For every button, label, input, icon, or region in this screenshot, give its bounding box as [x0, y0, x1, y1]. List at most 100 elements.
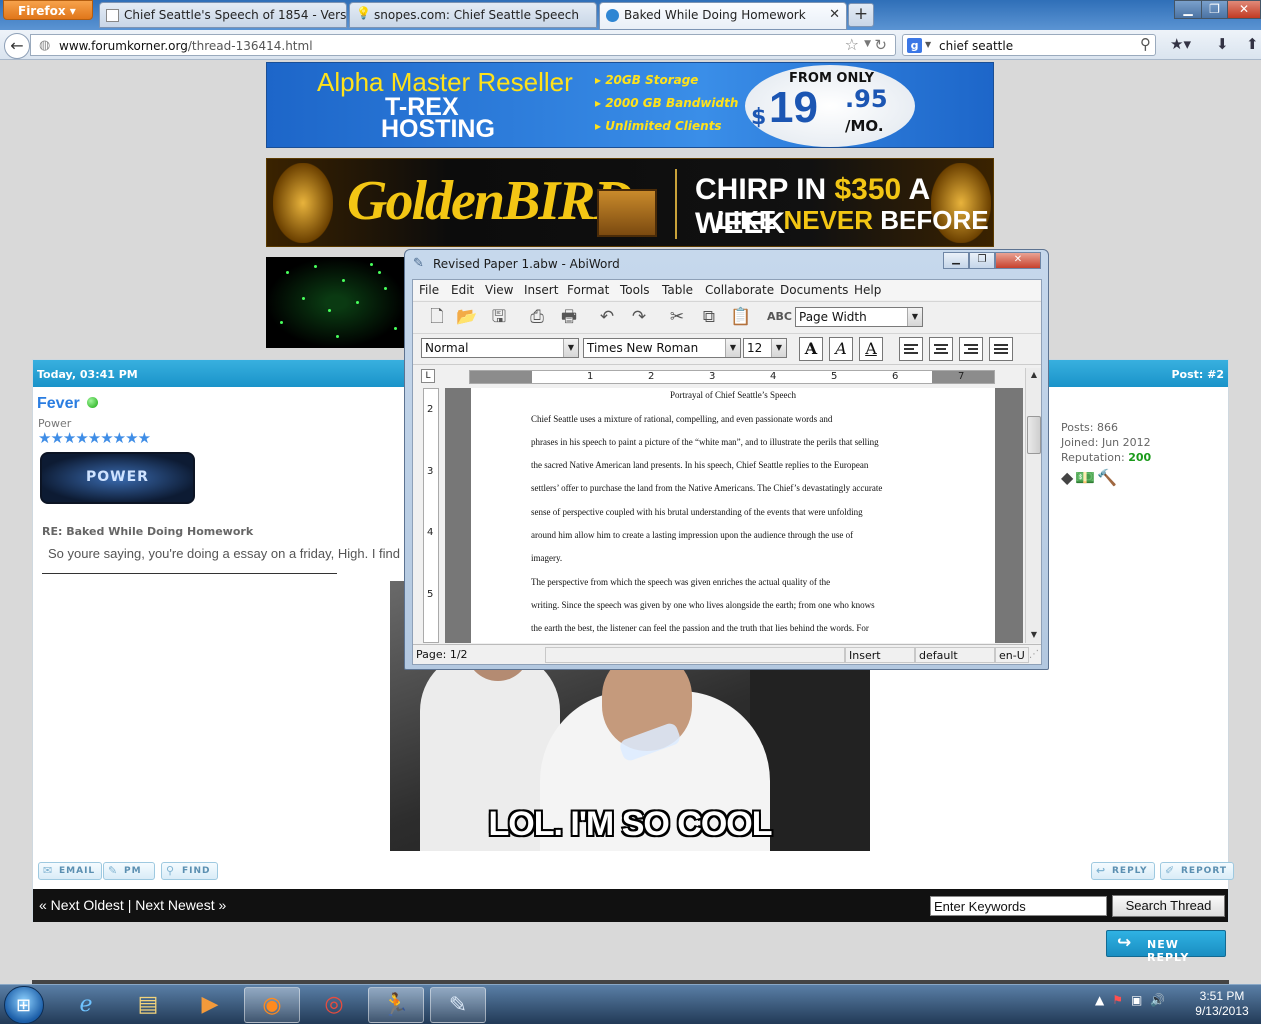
taskbar-clock[interactable]: 3:51 PM 9/13/2013 — [1186, 989, 1258, 1019]
spellcheck-icon[interactable]: ABC — [767, 305, 792, 329]
abiword-icon: ✎ — [413, 256, 424, 271]
open-folder-icon[interactable]: 📂 — [455, 305, 479, 329]
thread-navigation-links[interactable]: « Next Oldest | Next Newest » — [39, 897, 226, 913]
tab-snopes[interactable]: 💡 snopes.com: Chief Seattle Speech — [349, 2, 597, 28]
search-icon[interactable]: ⚲ — [1140, 35, 1151, 53]
menu-collaborate[interactable]: Collaborate — [705, 283, 774, 297]
abiword-taskbar-icon[interactable]: ✎ — [430, 987, 486, 1023]
abiword-close-button[interactable]: ✕ — [995, 252, 1041, 269]
menu-insert[interactable]: Insert — [524, 283, 558, 297]
print-icon[interactable]: 🖶 — [557, 305, 581, 329]
standard-toolbar: 🗋 📂 🖫 ⎙ 🖶 ↶ ↷ ✂ ⧉ 📋 ABC Page Width ▼ — [413, 301, 1041, 333]
zoom-select[interactable]: Page Width ▼ — [795, 307, 923, 327]
new-reply-button[interactable]: ↪ NEW REPLY — [1106, 930, 1226, 964]
close-window-button[interactable]: ✕ — [1227, 0, 1261, 19]
abiword-maximize-button[interactable]: ❐ — [969, 252, 995, 269]
internet-explorer-icon[interactable]: ℯ — [58, 987, 114, 1023]
search-bar[interactable]: g ▼ chief seattle ⚲ — [902, 34, 1156, 56]
scroll-down-icon[interactable]: ▼ — [1026, 628, 1042, 642]
minimize-button[interactable]: ▁ — [1174, 0, 1202, 19]
firefox-menu-button[interactable]: Firefox ▾ — [3, 0, 93, 20]
align-right-icon[interactable] — [959, 337, 983, 361]
paste-icon[interactable]: 📋 — [729, 305, 753, 329]
file-explorer-icon[interactable]: ▤ — [120, 987, 176, 1023]
align-left-icon[interactable] — [899, 337, 923, 361]
network-icon[interactable]: ▣ — [1131, 993, 1150, 1007]
bookmarks-menu-icon[interactable]: ★▾ — [1170, 35, 1191, 53]
volume-icon[interactable]: 🔊 — [1150, 993, 1173, 1007]
menu-format[interactable]: Format — [567, 283, 609, 297]
bold-icon[interactable]: A — [799, 337, 823, 361]
tab-title: Baked While Doing Homework — [624, 8, 806, 22]
dropdown-arrow-icon[interactable]: ▼ — [925, 40, 931, 49]
pm-button[interactable]: ✎ PM — [103, 862, 155, 880]
save-icon[interactable]: 🖫 — [487, 305, 511, 329]
bookmark-star-icon[interactable]: ☆ — [845, 35, 859, 54]
menu-documents[interactable]: Documents — [780, 283, 848, 297]
menu-help[interactable]: Help — [854, 283, 881, 297]
scrollbar-thumb[interactable] — [1027, 416, 1041, 454]
post-number-link[interactable]: Post: #2 — [1171, 368, 1224, 381]
reputation-value[interactable]: 200 — [1128, 451, 1151, 464]
keywords-input[interactable] — [930, 896, 1107, 916]
italic-icon[interactable]: A — [829, 337, 853, 361]
align-center-icon[interactable] — [929, 337, 953, 361]
tab-chief-seattle-speech[interactable]: Chief Seattle's Speech of 1854 - Versi..… — [99, 2, 347, 28]
address-bar[interactable]: ◍ www.forumkorner.org/thread-136414.html… — [30, 34, 896, 56]
vertical-scrollbar[interactable]: ▲ ▼ — [1025, 368, 1041, 643]
firefox-taskbar-icon[interactable]: ◉ — [244, 987, 300, 1023]
undo-icon[interactable]: ↶ — [595, 305, 619, 329]
reload-icon[interactable]: ↻ — [874, 36, 887, 54]
style-select[interactable]: Normal ▼ — [421, 338, 579, 358]
email-button[interactable]: ✉ EMAIL — [38, 862, 103, 880]
report-button[interactable]: ✐ REPORT — [1160, 862, 1234, 880]
scroll-up-icon[interactable]: ▲ — [1026, 368, 1042, 382]
green-particles-ad[interactable] — [266, 257, 406, 348]
media-player-icon[interactable]: ▶ — [182, 987, 238, 1023]
close-tab-icon[interactable]: ✕ — [829, 7, 840, 22]
redo-icon[interactable]: ↷ — [627, 305, 651, 329]
downloads-icon[interactable]: ⬇ — [1216, 35, 1229, 53]
vertical-ruler[interactable]: 2 3 4 5 — [423, 388, 439, 643]
chrome-taskbar-icon[interactable]: ◎ — [306, 987, 362, 1023]
menu-file[interactable]: File — [419, 283, 439, 297]
hosting-ad-banner[interactable]: Alpha Master Reseller T-REX HOSTING ▸ 20… — [266, 62, 994, 148]
menu-view[interactable]: View — [485, 283, 513, 297]
print-preview-icon[interactable]: ⎙ — [525, 305, 549, 329]
document-page[interactable]: Portrayal of Chief Seattle’s Speech Chie… — [471, 388, 995, 643]
resize-grip-icon[interactable]: ⋰ — [1029, 649, 1039, 660]
goldbird-ad-banner[interactable]: GoldenBIRD CHIRP IN $350 A WEEK LIKE NEV… — [266, 158, 994, 247]
status-insert-mode: Insert — [845, 647, 915, 663]
username-link[interactable]: Fever — [37, 395, 80, 413]
start-button[interactable]: ⊞ — [4, 986, 44, 1024]
home-icon[interactable]: ⬆ — [1246, 35, 1259, 53]
cut-icon[interactable]: ✂ — [665, 305, 689, 329]
show-hidden-icons-icon[interactable]: ▲ — [1095, 993, 1112, 1007]
tab-stop-selector[interactable]: L — [421, 369, 435, 383]
copy-icon[interactable]: ⧉ — [697, 305, 721, 329]
menu-edit[interactable]: Edit — [451, 283, 474, 297]
horizontal-ruler[interactable]: 1 2 3 4 5 6 7 — [469, 370, 995, 384]
running-man-icon[interactable]: 🏃 — [368, 987, 424, 1023]
find-button[interactable]: ⚲ FIND — [161, 862, 218, 880]
google-icon[interactable]: g — [907, 38, 922, 53]
dropdown-arrow-icon[interactable]: ▼ — [864, 39, 871, 49]
menu-table[interactable]: Table — [662, 283, 693, 297]
underline-icon[interactable]: A — [859, 337, 883, 361]
font-select[interactable]: Times New Roman ▼ — [583, 338, 741, 358]
search-thread-button[interactable]: Search Thread — [1112, 895, 1225, 917]
action-center-flag-icon[interactable]: ⚑ — [1112, 993, 1131, 1007]
document-viewport[interactable]: Portrayal of Chief Seattle’s Speech Chie… — [445, 388, 1023, 643]
reply-button[interactable]: ↩ REPLY — [1091, 862, 1155, 880]
windows-taskbar: ⊞ ℯ ▤ ▶ ◉ ◎ 🏃 ✎ ▲⚑▣🔊 3:51 PM 9/13/2013 — [0, 984, 1261, 1024]
font-size-select[interactable]: 12 ▼ — [743, 338, 787, 358]
new-document-icon[interactable]: 🗋 — [425, 305, 449, 329]
abiword-minimize-button[interactable]: ▁ — [943, 252, 969, 269]
menu-tools[interactable]: Tools — [620, 283, 650, 297]
maximize-button[interactable]: ❐ — [1201, 0, 1228, 19]
abiword-status-bar: Page: 1/2 Insert default en-U ⋰ — [413, 644, 1041, 664]
tab-baked-while-doing-homework[interactable]: Baked While Doing Homework ✕ — [599, 2, 847, 30]
new-tab-button[interactable]: + — [848, 3, 874, 27]
back-button[interactable]: ← — [4, 33, 30, 59]
align-justify-icon[interactable] — [989, 337, 1013, 361]
